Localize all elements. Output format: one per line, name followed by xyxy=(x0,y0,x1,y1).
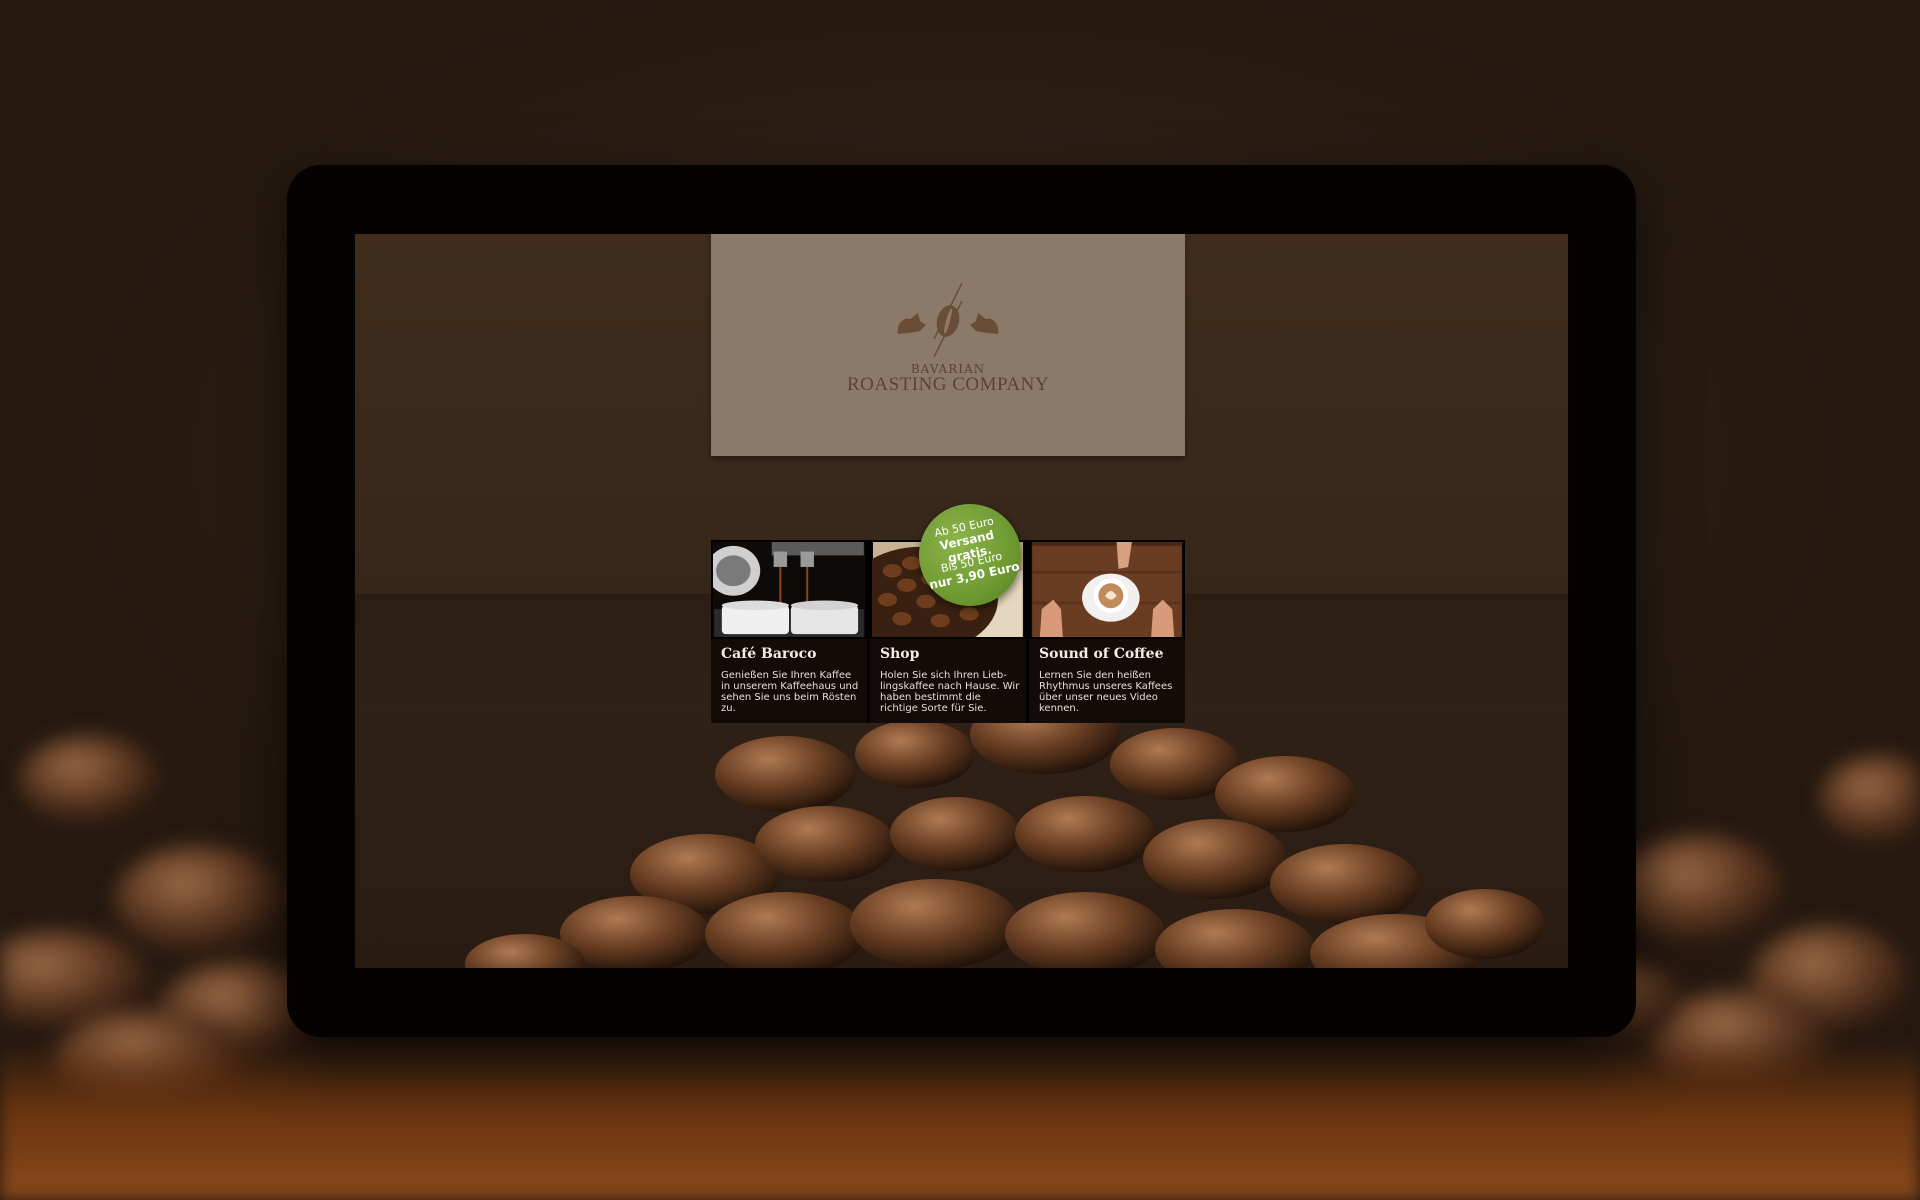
card-sound-of-coffee[interactable]: Sound of Coffee Lernen Sie den heißen Rh… xyxy=(1029,540,1185,723)
website-screen: BAVARIAN ROASTING COMPANY Café Baroco Ge… xyxy=(355,234,1568,968)
card-title: Sound of Coffee xyxy=(1039,646,1164,662)
card-title: Shop xyxy=(880,646,920,662)
lion-coffee-bean-emblem-icon xyxy=(897,282,999,358)
brand-logo-panel[interactable]: BAVARIAN ROASTING COMPANY xyxy=(711,234,1185,456)
latte-cup-hands-image xyxy=(1029,540,1185,639)
card-description: Lernen Sie den heißen Rhythmus unseres K… xyxy=(1039,670,1173,714)
card-title: Café Baroco xyxy=(721,646,817,662)
table-surface xyxy=(0,1040,1920,1200)
brand-name: ROASTING COMPANY xyxy=(846,374,1050,395)
card-description: Genießen Sie Ihren Kaffee in unserem Kaf… xyxy=(721,670,859,714)
card-description: Holen Sie sich Ihren Lieb­lingskaffee na… xyxy=(880,670,1020,714)
card-cafe-baroco[interactable]: Café Baroco Genießen Sie Ihren Kaffee in… xyxy=(711,540,867,723)
espresso-machine-image xyxy=(711,540,867,639)
monitor-frame: BAVARIAN ROASTING COMPANY Café Baroco Ge… xyxy=(287,165,1636,1037)
